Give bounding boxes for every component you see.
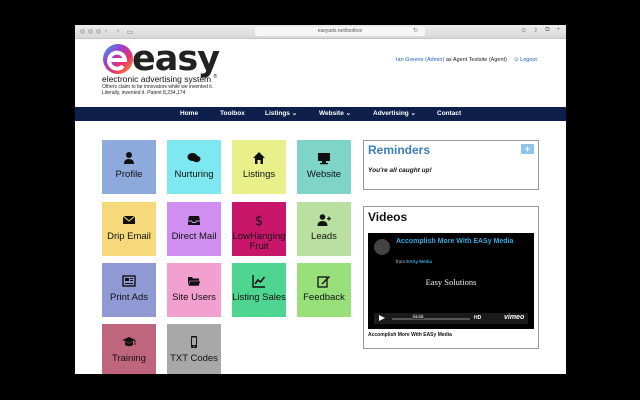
reminders-panel: Reminders + You're all caught up! [363, 140, 539, 190]
play-icon[interactable] [379, 315, 385, 321]
logo-text[interactable]: easy [132, 40, 220, 78]
nav-contact[interactable]: Contact [437, 107, 461, 121]
tile-nurturing[interactable]: Nurturing [167, 140, 221, 194]
address-bar[interactable]: easyads.net/toolbox [255, 27, 425, 36]
video-title-link[interactable]: Accomplish More With EASy Media [396, 238, 516, 246]
tile-txt-codes[interactable]: TXT Codes [167, 324, 221, 374]
tile-profile[interactable]: Profile [102, 140, 156, 194]
tile-label: Training [112, 353, 146, 364]
tagline: electronic advertising system ® [102, 74, 218, 84]
video-caption: Accomplish More With EASy Media [368, 332, 452, 338]
video-player[interactable]: Accomplish More With EASy Media from EAS… [368, 233, 534, 329]
monitor-icon [318, 153, 330, 165]
user-icon [124, 152, 134, 164]
tile-label: Leads [311, 231, 337, 242]
reload-icon[interactable]: ↻ [413, 27, 418, 34]
user-info: Ian Greene (Admin) as Agent Testsite (Ag… [396, 57, 507, 63]
tile-listings[interactable]: Listings [232, 140, 286, 194]
graduation-cap-icon [122, 337, 136, 347]
minimize-window-button[interactable] [88, 29, 93, 34]
tile-listing-sales[interactable]: Listing Sales [232, 263, 286, 317]
tile-print-ads[interactable]: Print Ads [102, 263, 156, 317]
phone-icon [191, 336, 197, 348]
vimeo-logo[interactable]: vimeo [504, 314, 524, 321]
new-tab-icon[interactable]: + [556, 27, 560, 34]
sidebar-icon[interactable]: ▭ [125, 27, 135, 36]
nav-home[interactable]: Home [180, 107, 198, 121]
dollar-icon: $ [255, 214, 263, 227]
tile-label: Drip Email [107, 231, 151, 242]
close-window-button[interactable] [80, 29, 85, 34]
tile-label: Listing Sales [232, 292, 286, 303]
folder-icon [187, 277, 201, 287]
browser-nav-buttons: ‹ › ▭ [101, 27, 135, 36]
tile-direct-mail[interactable]: Direct Mail [167, 202, 221, 256]
videos-panel: Videos Accomplish More With EASy Media f… [363, 206, 539, 349]
tile-label: Listings [242, 169, 276, 180]
tile-label: Feedback [303, 292, 345, 303]
hd-toggle[interactable]: HD [474, 315, 481, 321]
envelope-icon [122, 215, 136, 224]
user-plus-icon [317, 214, 331, 226]
forward-icon[interactable]: › [113, 27, 123, 36]
tile-label: Website [306, 169, 342, 180]
reminders-title: Reminders [368, 143, 431, 157]
nav-advertising[interactable]: Advertising ⌄ [373, 107, 416, 121]
tile-website[interactable]: Website [297, 140, 351, 194]
tile-feedback[interactable]: Feedback [297, 263, 351, 317]
home-icon [253, 152, 265, 164]
tile-label: TXT Codes [170, 353, 218, 364]
chat-icon [187, 153, 201, 163]
logout-link[interactable]: ⊙ Logout [514, 57, 537, 63]
tile-drip-email[interactable]: Drip Email [102, 202, 156, 256]
add-reminder-button[interactable]: + [521, 144, 534, 154]
nav-listings[interactable]: Listings ⌄ [265, 107, 297, 121]
video-from: from EASy Media [396, 259, 433, 264]
newspaper-icon [122, 275, 136, 287]
video-controls: 04:28 HD vimeo [374, 313, 528, 324]
videos-title: Videos [368, 210, 408, 224]
reminders-empty-text: You're all caught up! [368, 167, 432, 174]
video-frame-text: Easy Solutions [425, 277, 477, 287]
back-icon[interactable]: ‹ [101, 27, 111, 36]
tile-site-users[interactable]: Site Users [167, 263, 221, 317]
inbox-icon [188, 216, 200, 225]
channel-link[interactable]: EASy Media [406, 259, 432, 264]
window-controls [80, 29, 101, 34]
svg-text:$: $ [255, 214, 263, 227]
video-progress-bar[interactable]: 04:28 [392, 314, 470, 320]
downloads-icon[interactable]: ⊙ [521, 27, 526, 34]
user-role-text: as Agent Testsite (Agent) [445, 57, 507, 63]
edit-icon [317, 276, 330, 288]
slogan-line-2: Literally, invented it. Patent 8,234,174 [102, 90, 186, 96]
tile-lowhanging-fruit[interactable]: $ LowHanging Fruit [232, 202, 286, 256]
browser-toolbar: ‹ › ▭ easyads.net/toolbox ↻ ⊙ ⇪ ⧉ + [75, 25, 566, 39]
user-name-link[interactable]: Ian Greene (Admin) [396, 57, 444, 63]
main-nav: Home Toolbox Listings ⌄ Website ⌄ Advert… [75, 107, 566, 121]
browser-window: ‹ › ▭ easyads.net/toolbox ↻ ⊙ ⇪ ⧉ + easy… [75, 25, 566, 374]
chart-line-icon [252, 275, 266, 288]
share-icon[interactable]: ⇪ [533, 27, 538, 34]
tile-label: LowHanging Fruit [232, 231, 286, 252]
tile-label: Site Users [172, 292, 216, 303]
tile-leads[interactable]: Leads [297, 202, 351, 256]
tile-label: Print Ads [109, 292, 149, 303]
video-time: 04:28 [412, 314, 425, 319]
nav-website[interactable]: Website ⌄ [319, 107, 351, 121]
easy-logo-icon[interactable] [102, 43, 134, 75]
channel-avatar[interactable] [374, 239, 390, 255]
nav-toolbox[interactable]: Toolbox [220, 107, 245, 121]
tile-label: Direct Mail [171, 231, 217, 242]
tile-label: Profile [115, 169, 143, 180]
tile-label: Nurturing [174, 169, 214, 180]
tile-training[interactable]: Training [102, 324, 156, 374]
browser-right-controls: ⊙ ⇪ ⧉ + [521, 27, 560, 34]
site-header: easy electronic advertising system ® Oth… [75, 39, 566, 96]
tabs-icon[interactable]: ⧉ [545, 27, 549, 34]
